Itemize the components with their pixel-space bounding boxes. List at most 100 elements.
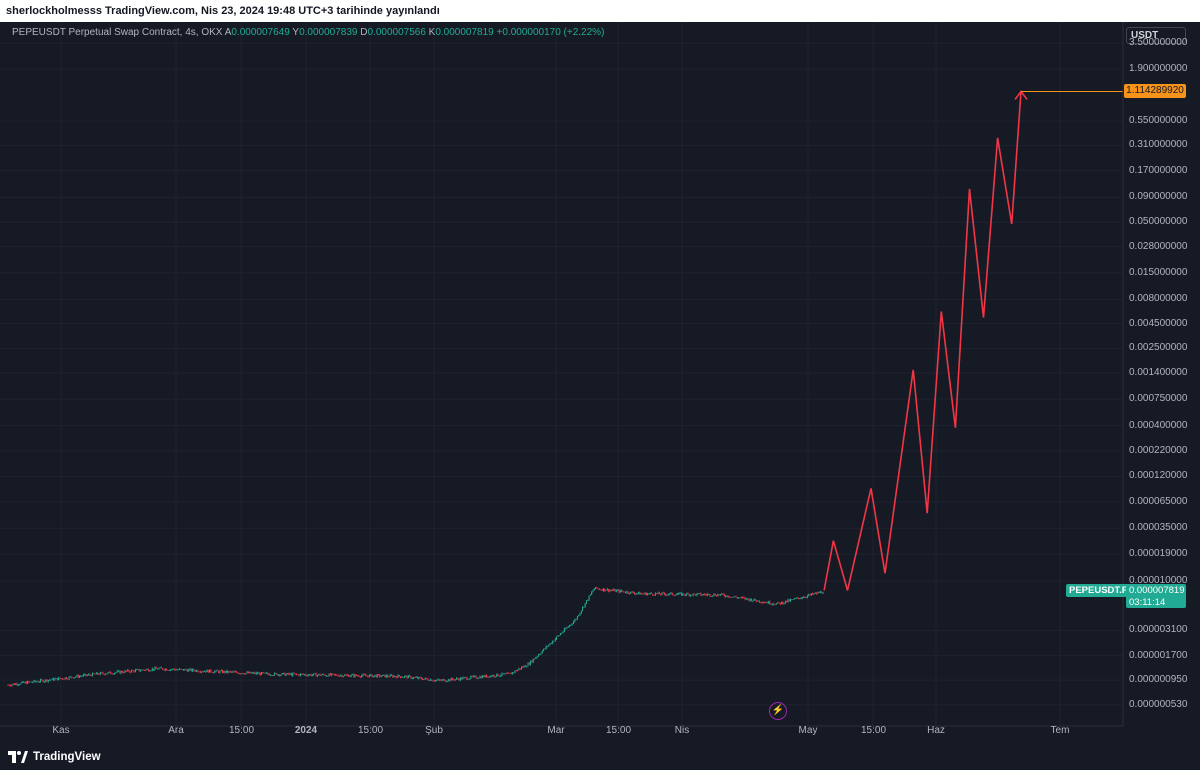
candle-body xyxy=(401,677,403,678)
candle-body xyxy=(38,681,40,683)
candle-body xyxy=(194,670,196,672)
candle-body xyxy=(588,595,590,601)
candle-body xyxy=(567,626,569,628)
candle-body xyxy=(552,641,554,644)
candle-body xyxy=(236,671,238,673)
candle-body xyxy=(735,596,737,598)
candle-body xyxy=(326,675,327,677)
candle-body xyxy=(410,676,412,679)
candle-body xyxy=(210,669,212,673)
candle-body xyxy=(645,592,647,596)
candle-body xyxy=(662,592,664,594)
candle-body xyxy=(638,592,639,594)
candle-body xyxy=(744,597,746,600)
candle-body xyxy=(409,675,411,677)
candle-body xyxy=(89,674,91,676)
candle-body xyxy=(778,602,780,604)
price-chart[interactable] xyxy=(0,22,1200,745)
candle-body xyxy=(324,674,326,676)
candle-body xyxy=(41,679,43,681)
candle-body xyxy=(149,670,151,672)
target-price-tag: 1.114289920 xyxy=(1124,84,1186,99)
candle-body xyxy=(49,679,51,681)
candle-body xyxy=(751,598,753,602)
candle-body xyxy=(53,678,54,681)
candle-body xyxy=(762,602,764,604)
tradingview-logo[interactable]: TradingView xyxy=(8,750,101,764)
candle-body xyxy=(786,600,788,603)
candle-body xyxy=(675,594,677,596)
candle-body xyxy=(696,593,698,596)
candle-body xyxy=(394,676,396,677)
candle-body xyxy=(710,596,712,597)
grid-lines xyxy=(0,22,1123,726)
candle-body xyxy=(818,592,820,593)
candle-body xyxy=(476,678,478,679)
time-axis-label: 15:00 xyxy=(606,725,632,736)
candle-body xyxy=(420,677,422,679)
candle-body xyxy=(151,668,153,671)
price-axis-label: 0.090000000 xyxy=(1129,191,1188,203)
lightning-icon[interactable]: ⚡ xyxy=(769,702,787,720)
candle-body xyxy=(371,674,373,678)
candle-body xyxy=(266,672,268,674)
candle-body xyxy=(449,679,451,681)
candle-body xyxy=(657,592,659,594)
candle-body xyxy=(383,674,385,676)
candle-body xyxy=(790,599,792,602)
candle-body xyxy=(305,674,307,676)
candle-body xyxy=(787,599,789,603)
candle-body xyxy=(12,683,14,685)
candle-body xyxy=(453,679,455,681)
candle-body xyxy=(263,672,265,674)
candle-body xyxy=(755,598,756,601)
candle-body xyxy=(656,593,658,595)
candle-body xyxy=(396,676,398,678)
candle-body xyxy=(34,680,36,682)
candle-body xyxy=(337,675,339,677)
candle-body xyxy=(375,675,377,678)
candle-body xyxy=(214,671,216,673)
candle-body xyxy=(648,593,650,595)
candle-body xyxy=(531,660,533,663)
candle-body xyxy=(428,680,430,682)
candle-body xyxy=(242,673,244,675)
candle-body xyxy=(362,674,364,676)
candle-body xyxy=(519,668,521,670)
candle-body xyxy=(245,672,247,675)
candle-body xyxy=(145,669,147,671)
candle-body xyxy=(621,590,623,592)
candle-body xyxy=(359,676,361,678)
candle-body xyxy=(723,594,725,597)
candle-body xyxy=(279,674,281,676)
candle-body xyxy=(380,676,382,677)
candle-body xyxy=(66,677,67,679)
candle-body xyxy=(773,603,775,605)
candle-body xyxy=(714,594,716,596)
last-price: 0.000007819 xyxy=(1129,585,1185,597)
candle-body xyxy=(368,674,370,677)
candle-body xyxy=(218,671,220,673)
candle-body xyxy=(284,672,286,676)
candle-body xyxy=(287,673,288,675)
candle-body xyxy=(370,674,372,676)
candle-body xyxy=(271,675,273,676)
candle-body xyxy=(543,648,545,651)
candle-body xyxy=(281,673,283,675)
price-axis-label: 0.008000000 xyxy=(1129,293,1188,305)
candle-body xyxy=(444,679,446,682)
candle-body xyxy=(570,624,572,626)
candle-body xyxy=(469,678,470,680)
candle-body xyxy=(114,672,116,674)
candle-body xyxy=(88,674,90,676)
candle-body xyxy=(331,673,333,676)
candle-body xyxy=(353,674,355,677)
candle-body xyxy=(732,596,734,598)
candle-body xyxy=(764,602,766,604)
candle-body xyxy=(712,595,714,597)
candle-body xyxy=(415,677,417,678)
candle-body xyxy=(729,597,730,598)
candle-body xyxy=(20,682,22,685)
candle-body xyxy=(56,678,58,681)
time-axis-label: 15:00 xyxy=(861,725,887,736)
